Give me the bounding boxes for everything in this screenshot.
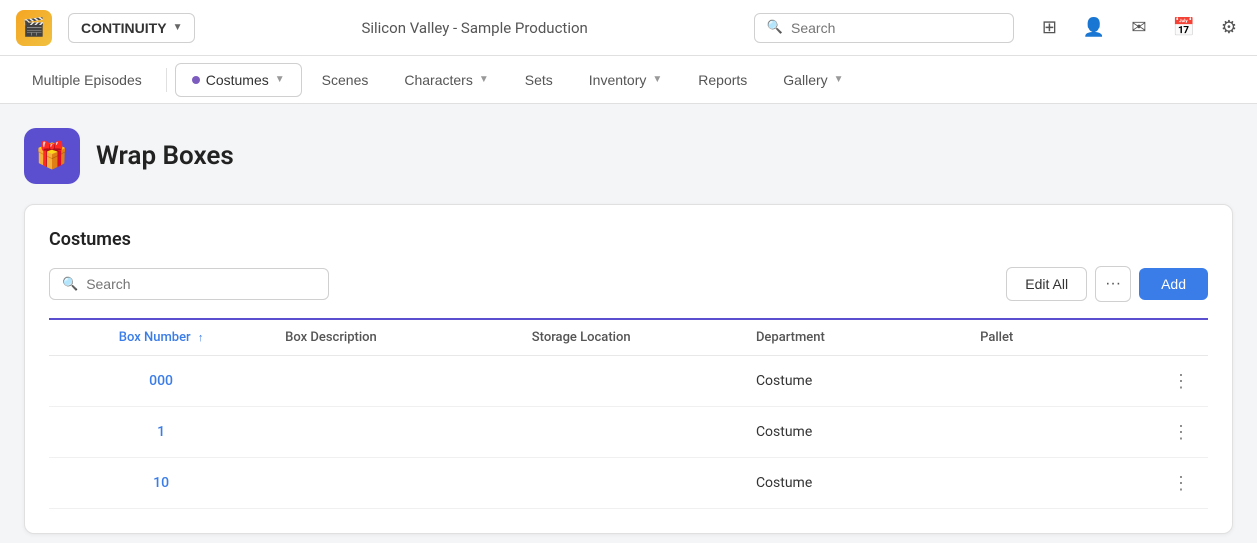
row-menu-button[interactable]: ⋮ <box>1166 472 1196 494</box>
search-icon: 🔍 <box>62 277 78 292</box>
grid-icon[interactable]: ⊞ <box>1038 13 1061 42</box>
subnav-divider <box>166 68 167 92</box>
subnav-characters-label: Characters <box>404 72 472 88</box>
table-body: 000 Costume ⋮ 1 Costume ⋮ 10 Costume ⋮ <box>49 356 1208 509</box>
subnav-gallery[interactable]: Gallery ▼ <box>767 64 859 96</box>
table-row: 000 Costume ⋮ <box>49 356 1208 407</box>
subnav-costumes[interactable]: Costumes ▼ <box>175 63 302 97</box>
table-header-row: Box Number ↑ Box Description Storage Loc… <box>49 320 1208 356</box>
cell-storage-location <box>520 356 744 407</box>
app-logo-icon: 🎬 <box>16 10 52 46</box>
user-icon[interactable]: 👤 <box>1079 13 1109 42</box>
table-row: 10 Costume ⋮ <box>49 458 1208 509</box>
sort-arrow-icon: ↑ <box>198 331 204 344</box>
top-icons: ⊞ 👤 ✉ 📅 ⚙ <box>1038 13 1241 42</box>
more-options-button[interactable]: ··· <box>1095 266 1131 302</box>
row-menu-button[interactable]: ⋮ <box>1166 370 1196 392</box>
cell-department: Costume <box>744 407 968 458</box>
row-menu-button[interactable]: ⋮ <box>1166 421 1196 443</box>
continuity-label: CONTINUITY <box>81 20 167 36</box>
cell-box-number[interactable]: 000 <box>49 356 273 407</box>
subnav-sets-label: Sets <box>525 72 553 88</box>
table-row: 1 Costume ⋮ <box>49 407 1208 458</box>
global-search-box: 🔍 <box>754 13 1014 43</box>
cell-pallet <box>968 356 1147 407</box>
col-header-department[interactable]: Department <box>744 320 968 356</box>
col-header-action <box>1147 320 1208 356</box>
costumes-search-input[interactable] <box>86 276 316 292</box>
inventory-chevron-icon: ▼ <box>652 74 662 85</box>
page-icon: 🎁 <box>24 128 80 184</box>
production-title: Silicon Valley - Sample Production <box>211 19 737 37</box>
cell-box-number[interactable]: 10 <box>49 458 273 509</box>
cell-action: ⋮ <box>1147 356 1208 407</box>
toolbar-right: Edit All ··· Add <box>1006 266 1208 302</box>
continuity-dropdown[interactable]: CONTINUITY ▼ <box>68 13 195 43</box>
cell-department: Costume <box>744 458 968 509</box>
cell-pallet <box>968 458 1147 509</box>
gallery-chevron-icon: ▼ <box>834 74 844 85</box>
card-toolbar: 🔍 Edit All ··· Add <box>49 266 1208 302</box>
subnav-costumes-label: Costumes <box>206 72 269 88</box>
cell-box-description <box>273 356 520 407</box>
main-content: 🎁 Wrap Boxes Costumes 🔍 Edit All ··· Add… <box>0 104 1257 534</box>
costumes-search-box: 🔍 <box>49 268 329 300</box>
cell-box-description <box>273 407 520 458</box>
search-icon: 🔍 <box>767 20 783 35</box>
global-search-input[interactable] <box>791 20 1001 36</box>
subnav-characters[interactable]: Characters ▼ <box>388 64 504 96</box>
subnav-scenes[interactable]: Scenes <box>306 64 385 96</box>
cell-storage-location <box>520 458 744 509</box>
cell-department: Costume <box>744 356 968 407</box>
cell-storage-location <box>520 407 744 458</box>
subnav-reports[interactable]: Reports <box>682 64 763 96</box>
cell-action: ⋮ <box>1147 458 1208 509</box>
page-header: 🎁 Wrap Boxes <box>24 128 1233 184</box>
subnav-reports-label: Reports <box>698 72 747 88</box>
page-title: Wrap Boxes <box>96 141 234 171</box>
chevron-down-icon: ▼ <box>173 22 183 33</box>
cell-box-number[interactable]: 1 <box>49 407 273 458</box>
subnav-multiple-episodes[interactable]: Multiple Episodes <box>16 64 158 96</box>
subnav-inventory-label: Inventory <box>589 72 647 88</box>
sub-nav: Multiple Episodes Costumes ▼ Scenes Char… <box>0 56 1257 104</box>
cell-action: ⋮ <box>1147 407 1208 458</box>
subnav-sets[interactable]: Sets <box>509 64 569 96</box>
add-button[interactable]: Add <box>1139 268 1208 300</box>
costumes-chevron-icon: ▼ <box>275 74 285 85</box>
calendar-icon[interactable]: 📅 <box>1168 13 1198 42</box>
logo-wrap: 🎬 <box>16 10 52 46</box>
col-header-storage-location[interactable]: Storage Location <box>520 320 744 356</box>
costumes-card: Costumes 🔍 Edit All ··· Add Box Number ↑ <box>24 204 1233 534</box>
subnav-gallery-label: Gallery <box>783 72 827 88</box>
mail-icon[interactable]: ✉ <box>1127 13 1150 42</box>
col-header-box-number[interactable]: Box Number ↑ <box>49 320 273 356</box>
col-header-pallet[interactable]: Pallet <box>968 320 1147 356</box>
edit-all-button[interactable]: Edit All <box>1006 267 1087 301</box>
table-wrap: Box Number ↑ Box Description Storage Loc… <box>49 318 1208 509</box>
wrap-boxes-table: Box Number ↑ Box Description Storage Loc… <box>49 320 1208 509</box>
cell-pallet <box>968 407 1147 458</box>
subnav-multiple-episodes-label: Multiple Episodes <box>32 72 142 88</box>
costumes-dot-icon <box>192 76 200 84</box>
top-nav: 🎬 CONTINUITY ▼ Silicon Valley - Sample P… <box>0 0 1257 56</box>
settings-icon[interactable]: ⚙ <box>1217 13 1241 42</box>
subnav-scenes-label: Scenes <box>322 72 369 88</box>
col-header-box-description[interactable]: Box Description <box>273 320 520 356</box>
costumes-card-title: Costumes <box>49 229 1208 250</box>
subnav-inventory[interactable]: Inventory ▼ <box>573 64 679 96</box>
characters-chevron-icon: ▼ <box>479 74 489 85</box>
cell-box-description <box>273 458 520 509</box>
